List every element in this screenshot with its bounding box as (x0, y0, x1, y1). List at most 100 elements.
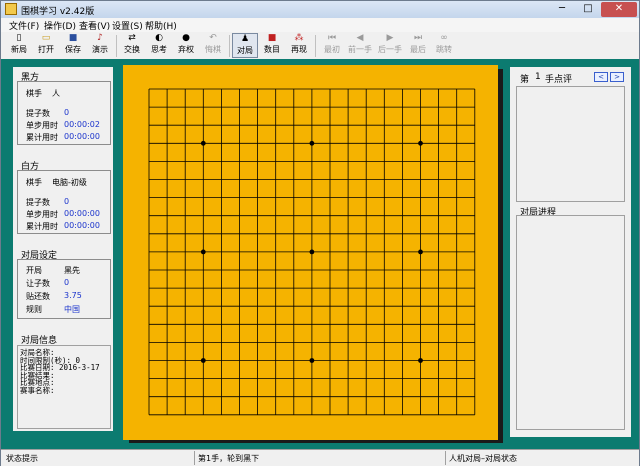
star-point (418, 140, 423, 146)
game-button[interactable]: ♟ 对局 (232, 33, 258, 58)
save-label: 保存 (65, 45, 81, 54)
count-button[interactable]: ■ 数目 (259, 33, 285, 58)
left-panel: 黑方 棋手 人 提子数 0 单步用时 00:00:02 累计用时 00:00:0… (13, 67, 113, 431)
toolbar-separator (229, 35, 230, 57)
count-icon: ■ (267, 33, 277, 43)
status-hint: 状态提示 (6, 454, 38, 463)
white-player-value: 电脑-初级 (52, 178, 87, 187)
star-point (309, 358, 315, 363)
title-bar: 围棋学习 v2.42版 ─ □ ✕ (1, 1, 639, 18)
swap-label: 交换 (124, 45, 140, 54)
first-move-button[interactable]: ⏮ 最初 (319, 33, 345, 58)
app-icon (5, 3, 17, 15)
move-comment-prefix: 第 (520, 75, 530, 85)
last-move-button[interactable]: ⏭ 最后 (405, 33, 431, 58)
move-comment-number: 1 (535, 72, 541, 82)
status-move: 第1手，轮到黑下 (198, 454, 260, 463)
game-info-line: 赛事名称: (20, 385, 55, 395)
rules-label: 规则 (26, 305, 42, 314)
close-button[interactable]: ✕ (601, 2, 637, 17)
black-step-time-label: 单步用时 (26, 121, 58, 130)
menu-operate[interactable]: 操作(D) (44, 19, 76, 32)
minimize-button[interactable]: ─ (549, 2, 575, 17)
menu-file[interactable]: 文件(F) (9, 19, 39, 32)
next-move-button[interactable]: ▶ 后一手 (375, 33, 405, 58)
open-folder-icon: ▭ (41, 33, 51, 43)
black-info-group: 棋手 人 提子数 0 单步用时 00:00:02 累计用时 00:00:00 (17, 81, 111, 145)
next-icon: ▶ (386, 33, 394, 43)
undo-button[interactable]: ↶ 悔棋 (200, 33, 226, 58)
demo-button[interactable]: ♪ 演示 (87, 33, 113, 58)
toolbar-separator (315, 35, 316, 57)
star-point (309, 249, 315, 255)
jump-button[interactable]: ∞ 跳转 (431, 33, 457, 58)
first-label: 最初 (324, 45, 340, 54)
swap-button[interactable]: ⇄ 交换 (119, 33, 145, 58)
think-label: 思考 (151, 45, 167, 54)
prev-label: 前一手 (348, 45, 372, 54)
prev-icon: ◀ (356, 33, 364, 43)
undo-icon: ↶ (209, 33, 217, 43)
think-icon: ◐ (155, 33, 163, 43)
prev-move-button[interactable]: ◀ 前一手 (345, 33, 375, 58)
demo-label: 演示 (92, 45, 108, 54)
star-point (418, 358, 423, 363)
swap-icon: ⇄ (128, 33, 136, 43)
move-comment-box[interactable] (516, 86, 625, 202)
replay-icon: ⁂ (294, 33, 304, 43)
game-icon: ♟ (240, 34, 250, 44)
game-progress-box[interactable] (516, 215, 625, 430)
handicap-value: 0 (64, 278, 70, 287)
black-total-time-value: 00:00:00 (64, 132, 100, 141)
black-captures-label: 提子数 (26, 109, 50, 118)
demo-icon: ♪ (97, 33, 103, 43)
star-point (418, 249, 423, 255)
white-step-time-label: 单步用时 (26, 210, 58, 219)
replay-label: 再现 (291, 45, 307, 54)
next-comment-button[interactable]: > (610, 72, 624, 82)
opening-label: 开局 (26, 266, 42, 275)
status-mode: 人机对局–对局状态 (449, 454, 517, 463)
menu-help[interactable]: 帮助(H) (145, 19, 177, 32)
new-game-button[interactable]: ▯ 新局 (6, 33, 32, 58)
new-file-icon: ▯ (16, 33, 22, 43)
game-info-box: 对局名称: 时间限制(秒): 0 比赛日期: 2016-3-17 比赛结果: 比… (17, 345, 111, 429)
last-label: 最后 (410, 45, 426, 54)
next-label: 后一手 (378, 45, 402, 54)
window-title: 围棋学习 v2.42版 (21, 7, 95, 17)
status-bar: 状态提示 第1手，轮到黑下 人机对局–对局状态 (1, 449, 639, 466)
star-point (309, 140, 315, 146)
binoculars-icon: ∞ (440, 33, 448, 43)
star-point (200, 249, 206, 255)
game-label: 对局 (237, 46, 253, 55)
status-divider (445, 451, 446, 465)
settings-group: 开局 黑先 让子数 0 贴还数 3.75 规则 中国 (17, 259, 111, 319)
white-captures-label: 提子数 (26, 198, 50, 207)
menu-view[interactable]: 查看(V) (79, 19, 110, 32)
save-button[interactable]: ■ 保存 (60, 33, 86, 58)
black-total-time-label: 累计用时 (26, 133, 58, 142)
handicap-label: 让子数 (26, 279, 50, 288)
opening-value: 黑先 (64, 266, 80, 275)
think-button[interactable]: ◐ 思考 (146, 33, 172, 58)
first-icon: ⏮ (327, 33, 337, 43)
toolbar-separator (116, 35, 117, 57)
resign-label: 弃权 (178, 45, 194, 54)
menu-settings[interactable]: 设置(S) (112, 19, 143, 32)
replay-button[interactable]: ⁂ 再现 (286, 33, 312, 58)
resign-button[interactable]: ● 弃权 (173, 33, 199, 58)
menu-bar: 文件(F) 操作(D) 查看(V) 设置(S) 帮助(H) (1, 18, 639, 32)
count-label: 数目 (264, 45, 280, 54)
prev-comment-button[interactable]: < (594, 72, 608, 82)
board-grid[interactable] (123, 65, 498, 440)
open-button[interactable]: ▭ 打开 (33, 33, 59, 58)
move-comment-suffix: 手点评 (545, 75, 573, 85)
maximize-button[interactable]: □ (575, 2, 601, 17)
jump-label: 跳转 (436, 45, 452, 54)
go-board[interactable] (123, 65, 498, 440)
status-divider (194, 451, 195, 465)
black-captures-value: 0 (64, 108, 70, 117)
star-point (200, 140, 206, 146)
white-info-group: 棋手 电脑-初级 提子数 0 单步用时 00:00:00 累计用时 00:00:… (17, 170, 111, 234)
white-player-label: 棋手 (26, 178, 42, 187)
